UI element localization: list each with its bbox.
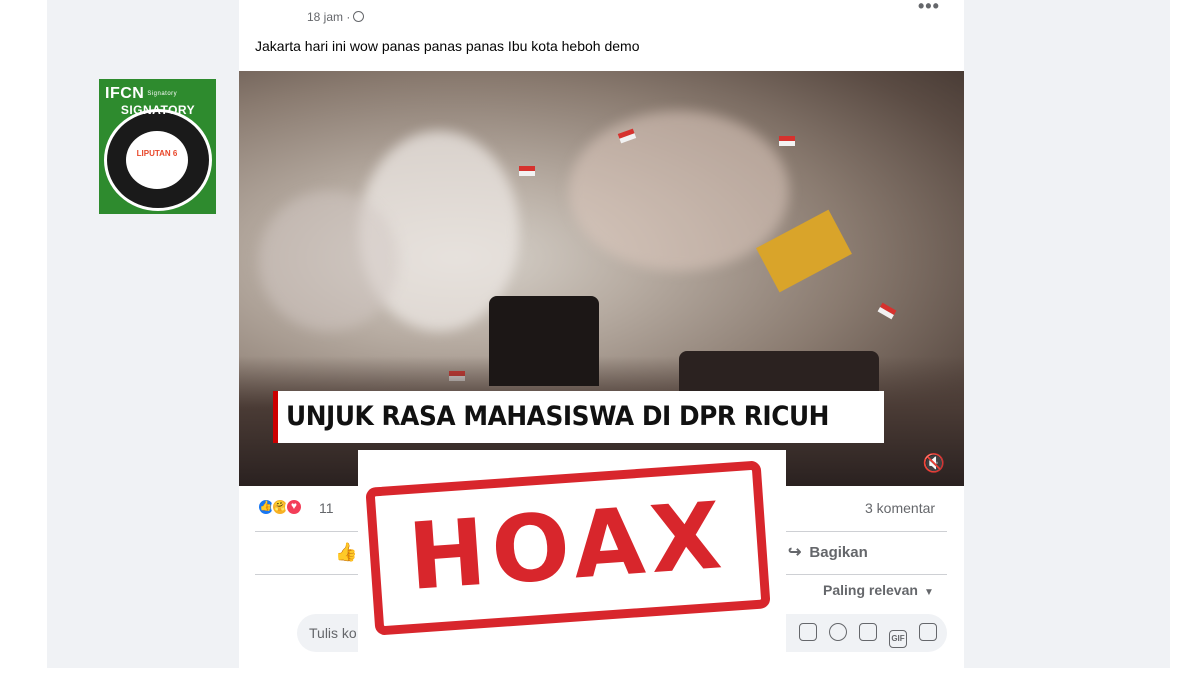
mute-icon[interactable]: 🔇 (922, 451, 946, 475)
post-timestamp[interactable]: 18 jam · (307, 10, 350, 24)
ifcn-signatory-badge: IFCN Signatory SIGNATORY LIPUTAN 6 (99, 79, 216, 214)
comment-tools: GIF (787, 623, 937, 648)
thumbs-up-icon[interactable]: 👍 (335, 542, 357, 562)
camera-icon[interactable] (859, 623, 877, 641)
smoke-cloud (259, 191, 399, 331)
emoji-icon[interactable] (829, 623, 847, 641)
sticker-icon[interactable] (919, 623, 937, 641)
love-reaction-icon: ♥ (285, 498, 303, 516)
flag (519, 166, 535, 176)
share-button[interactable]: ↪ Bagikan (788, 542, 868, 562)
flag (878, 303, 897, 320)
comment-sort-dropdown[interactable]: Paling relevan ▼ (823, 582, 934, 598)
liputan6-logo-text: LIPUTAN 6 (136, 149, 178, 158)
screenshot-stage: IFCN Signatory SIGNATORY LIPUTAN 6 18 jam… (0, 0, 1200, 675)
comment-input-placeholder: Tulis ko (309, 625, 357, 641)
gif-icon[interactable]: GIF (889, 630, 907, 648)
share-arrow-icon: ↪ (788, 544, 802, 561)
ifcn-signatory-label: SIGNATORY (120, 103, 196, 117)
flag (779, 136, 795, 146)
post-caption: Jakarta hari ini wow panas panas panas I… (255, 38, 640, 54)
ifcn-logo-text: IFCN Signatory (105, 85, 178, 102)
hoax-stamp-text: HOAX (405, 482, 731, 611)
post-video[interactable]: UNJUK RASA MAHASISWA DI DPR RICUH 🔇 (239, 71, 964, 486)
more-options-icon[interactable]: ••• (918, 0, 940, 17)
globe-icon (353, 11, 365, 22)
post-meta: 18 jam · (307, 10, 365, 24)
avatar-sticker-icon[interactable] (799, 623, 817, 641)
comments-count-link[interactable]: 3 komentar (865, 500, 935, 516)
hoax-stamp-border: HOAX (365, 460, 771, 636)
protesters-group (489, 296, 599, 386)
reaction-count: 11 (319, 500, 334, 516)
ifcn-badge-center (126, 131, 188, 189)
hoax-stamp-overlay: HOAX (358, 450, 786, 668)
news-headline-banner: UNJUK RASA MAHASISWA DI DPR RICUH (273, 391, 885, 443)
chevron-down-icon: ▼ (923, 587, 934, 598)
